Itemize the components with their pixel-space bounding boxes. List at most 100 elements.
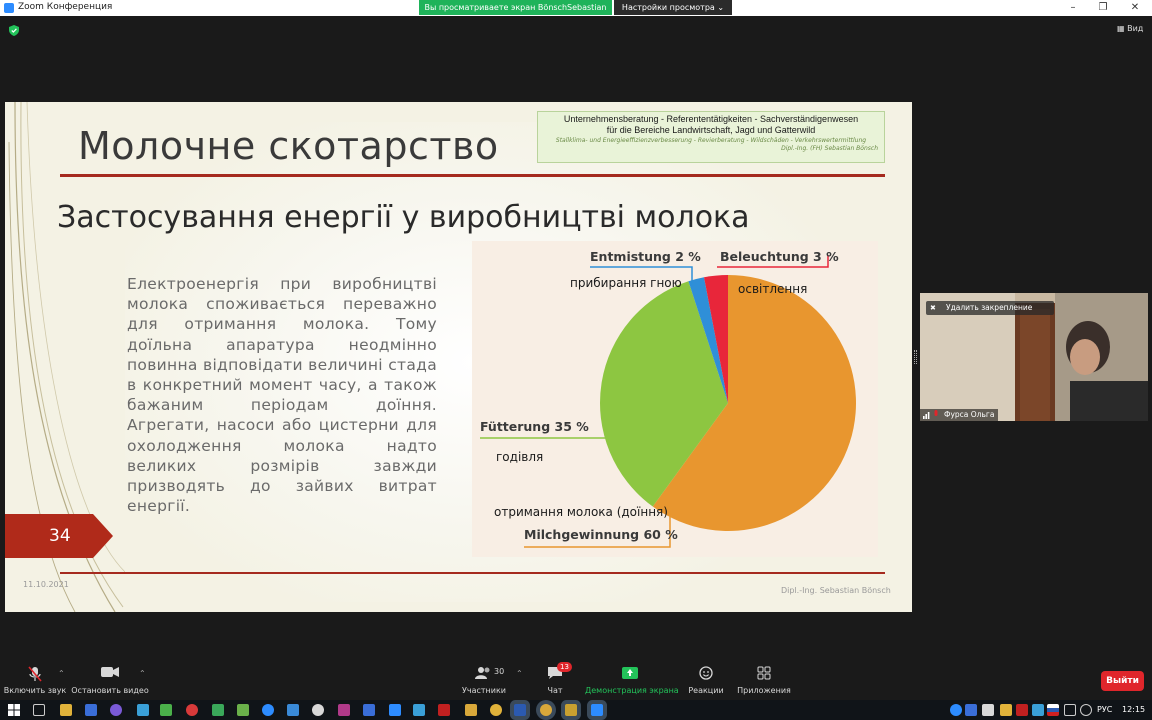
slide-date: 11.10.2021: [23, 580, 69, 589]
stop-video-label: Остановить видео: [71, 686, 149, 695]
signal-strength-icon: [923, 412, 930, 419]
view-options-label: Настройки просмотра: [621, 3, 715, 12]
maximize-button[interactable]: ❐: [1088, 0, 1118, 16]
slide-body-text: Електроенергія при виробництві молока сп…: [127, 275, 437, 516]
tile-drag-handle[interactable]: [914, 350, 917, 364]
taskbar-app-icon[interactable]: [237, 704, 249, 716]
slide-subtitle: Застосування енергії у виробництві молок…: [57, 200, 750, 235]
company-line-1: Unternehmensberatung - Referententätigke…: [563, 114, 859, 124]
windows-taskbar: [0, 700, 1152, 720]
taskbar-app-icon[interactable]: [312, 704, 324, 716]
pie-label-2: Entmistung 2 %: [590, 249, 701, 264]
participant-name: Фурса Ольга: [920, 409, 999, 421]
pie-translation-1: годівля: [496, 450, 543, 464]
participants-count: 30: [494, 667, 505, 676]
clock[interactable]: 12:15: [1122, 705, 1145, 714]
leave-meeting-button[interactable]: Выйти: [1101, 671, 1144, 691]
stop-video-button[interactable]: Остановить видео: [70, 656, 150, 700]
company-header-box: Unternehmensberatung - Referententätigke…: [537, 111, 885, 163]
view-label: Вид: [1127, 24, 1144, 33]
pin-icon: ✖: [930, 304, 936, 312]
taskbar-app-icon[interactable]: [389, 704, 401, 716]
word-icon[interactable]: [514, 704, 526, 716]
video-camera-icon: [101, 667, 119, 677]
participant-video-tile[interactable]: Удалить закрепление ✖ Фурса Ольга: [920, 293, 1148, 421]
task-view-icon[interactable]: [33, 704, 45, 716]
taskbar-app-icon[interactable]: [160, 704, 172, 716]
pie-chart: Milchgewinnung 60 % отримання молока (дої…: [480, 249, 856, 548]
russian-flag-icon[interactable]: [1047, 704, 1059, 716]
pie-chart-panel: Milchgewinnung 60 % отримання молока (дої…: [472, 241, 878, 557]
window-title: Zoom Конференция: [18, 2, 113, 12]
windows-start-icon[interactable]: [8, 704, 20, 716]
slide-title: Молочне скотарство: [78, 124, 499, 168]
participants-options-caret[interactable]: ⌃: [516, 669, 523, 678]
volume-icon[interactable]: [1080, 704, 1092, 716]
taskbar-app-icon[interactable]: [186, 704, 198, 716]
taskbar-app-icon[interactable]: [565, 704, 577, 716]
tray-app-icon[interactable]: [1032, 704, 1044, 716]
taskbar-app-icon[interactable]: [413, 704, 425, 716]
slide-author: Dipl.-Ing. Sebastian Bönsch: [781, 586, 891, 595]
pie-label-1: Fütterung 35 %: [480, 419, 589, 434]
zoom-app-icon: [4, 3, 14, 13]
taskbar-app-icon[interactable]: [137, 704, 149, 716]
tray-app-icon[interactable]: [965, 704, 977, 716]
unmute-label: Включить звук: [3, 686, 67, 695]
chevron-down-icon: ⌄: [717, 3, 725, 12]
zoom-taskbar-icon[interactable]: [591, 704, 603, 716]
company-line-2: für die Bereiche Landwirtschaft, Jagd un…: [606, 125, 816, 135]
tray-app-icon[interactable]: [982, 704, 994, 716]
view-options-button[interactable]: Настройки просмотра ⌄: [614, 0, 732, 15]
participants-button[interactable]: 30 Участники: [458, 656, 510, 700]
chat-label: Чат: [547, 686, 563, 695]
reactions-button[interactable]: Реакции: [684, 656, 728, 700]
unmute-button[interactable]: Включить звук: [0, 656, 70, 700]
share-screen-icon: [622, 667, 638, 679]
taskbar-app-icon[interactable]: [438, 704, 450, 716]
network-icon[interactable]: [1064, 704, 1076, 716]
share-screen-label: Демонстрация экрана: [585, 686, 679, 695]
language-indicator[interactable]: РУС: [1097, 705, 1112, 714]
minimize-button[interactable]: –: [1058, 0, 1088, 16]
taskbar-app-icon[interactable]: [85, 704, 97, 716]
taskbar-app-icon[interactable]: [287, 704, 299, 716]
participants-label: Участники: [461, 686, 507, 695]
taskbar-app-icon[interactable]: [60, 704, 72, 716]
audio-options-caret[interactable]: ⌃: [58, 669, 65, 678]
company-line-4: Dipl.-Ing. (FH) Sebastian Bönsch: [781, 145, 878, 152]
slide-number: 34: [49, 526, 71, 546]
taskbar-app-icon[interactable]: [363, 704, 375, 716]
taskbar-app-icon[interactable]: [262, 704, 274, 716]
video-options-caret[interactable]: ⌃: [139, 669, 146, 678]
pie-translation-2: прибирання гною: [570, 276, 682, 290]
tray-app-icon[interactable]: [1016, 704, 1028, 716]
shield-icon[interactable]: [9, 25, 19, 36]
close-button[interactable]: ✕: [1120, 0, 1150, 16]
taskbar-app-icon[interactable]: [465, 704, 477, 716]
taskbar-app-icon[interactable]: [490, 704, 502, 716]
muted-mic-icon: [934, 410, 938, 416]
title-divider: [60, 174, 885, 177]
apps-label: Приложения: [737, 686, 791, 695]
company-line-3: Stallklima- und Energieeffizienzverbesse…: [555, 137, 867, 144]
chat-button[interactable]: 13 Чат: [535, 656, 575, 700]
apps-button[interactable]: Приложения: [736, 656, 792, 700]
viber-icon[interactable]: [110, 704, 122, 716]
participants-icon: [475, 667, 490, 679]
unpin-button[interactable]: Удалить закрепление: [926, 301, 1054, 315]
view-button[interactable]: ▦ Вид: [1117, 24, 1143, 33]
pie-translation-0: отримання молока (доїння): [494, 505, 668, 519]
tray-app-icon[interactable]: [1000, 704, 1012, 716]
taskbar-app-icon[interactable]: [338, 704, 350, 716]
taskbar-app-icon[interactable]: [212, 704, 224, 716]
pie-translation-3: освітлення: [738, 282, 807, 296]
tray-zoom-icon[interactable]: [950, 704, 962, 716]
share-screen-button[interactable]: Демонстрация экрана: [585, 656, 679, 700]
screen-share-banner: Вы просматриваете экран BönschSebastian: [419, 0, 612, 15]
chrome-icon[interactable]: [540, 704, 552, 716]
shared-slide: Молочне скотарство Unternehmensberatung …: [5, 102, 912, 612]
grid-icon: ▦: [1117, 24, 1125, 33]
muted-microphone-icon: [28, 666, 42, 682]
pie-label-3: Beleuchtung 3 %: [720, 249, 839, 264]
